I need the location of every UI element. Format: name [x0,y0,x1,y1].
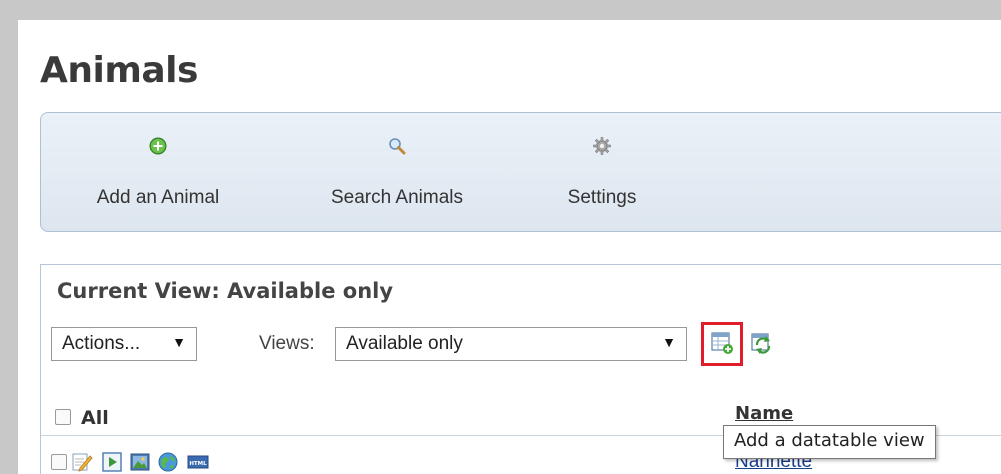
html-icon[interactable]: HTML [187,451,209,473]
toolbar: Add an Animal Search Animals Settings [40,112,1001,232]
search-animals-button[interactable]: Search Animals [303,113,491,231]
edit-icon[interactable] [71,451,93,473]
actions-dropdown[interactable]: Actions... ▼ [51,327,197,361]
page-title: Animals [40,50,198,91]
add-datatable-view-icon[interactable] [710,331,734,355]
image-icon[interactable] [129,451,151,473]
settings-label: Settings [567,187,637,208]
refresh-datatable-icon[interactable] [749,331,773,355]
views-label: Views: [259,333,315,354]
add-animal-label: Add an Animal [96,187,220,208]
row-checkbox[interactable] [51,454,67,470]
select-all-label: All [81,407,109,429]
views-selected: Available only [346,333,463,354]
magnifier-icon [389,138,406,155]
svg-text:HTML: HTML [189,461,207,467]
views-dropdown[interactable]: Available only ▼ [335,327,687,361]
play-icon[interactable] [101,451,123,473]
dropdown-arrow-icon: ▼ [172,334,186,350]
dropdown-arrow-icon: ▼ [662,334,676,350]
current-view-heading: Current View: Available only [57,279,394,303]
globe-icon[interactable] [157,451,179,473]
plus-circle-icon [149,137,167,155]
search-animals-label: Search Animals [330,187,463,208]
settings-button[interactable]: Settings [547,113,657,231]
select-all-checkbox[interactable] [55,409,71,425]
name-column-header[interactable]: Name [735,403,793,424]
gear-icon [593,137,611,155]
datatable-panel: Current View: Available only Actions... … [40,264,1001,474]
actions-label: Actions... [62,333,141,354]
tooltip: Add a datatable view [723,425,936,459]
add-animal-button[interactable]: Add an Animal [73,113,243,231]
page-frame: Animals Add an Animal Search Animals Set… [18,20,1001,474]
